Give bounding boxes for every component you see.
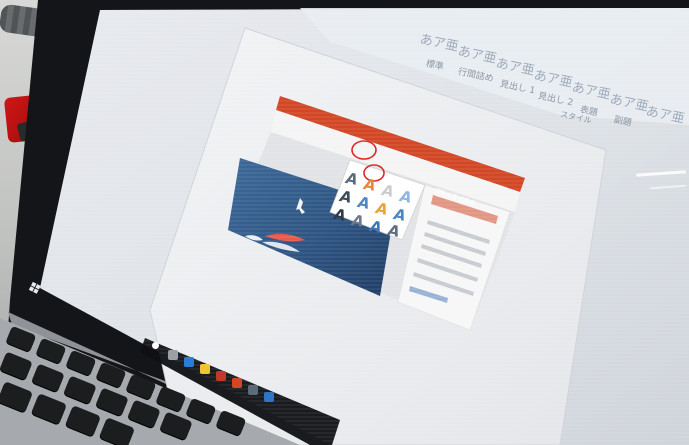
- wordart-option[interactable]: A: [349, 211, 367, 230]
- wordart-option[interactable]: A: [373, 199, 391, 218]
- wordart-option[interactable]: A: [331, 205, 349, 224]
- photo-scene: A A A A A A A A A A A A あア亜 あア亜 あア亜 あア亜 …: [0, 0, 689, 445]
- wordart-option[interactable]: A: [397, 187, 415, 206]
- keyboard-key[interactable]: [95, 361, 127, 389]
- keyboard-key[interactable]: [95, 387, 129, 417]
- keyboard: [0, 300, 330, 445]
- keyboard-key[interactable]: [155, 385, 187, 413]
- keyboard-key[interactable]: [63, 375, 97, 405]
- keyboard-key[interactable]: [125, 373, 157, 401]
- keyboard-key[interactable]: [65, 349, 97, 377]
- wordart-option[interactable]: A: [379, 181, 397, 200]
- keyboard-key[interactable]: [159, 411, 193, 441]
- wordart-option[interactable]: A: [343, 169, 361, 188]
- keyboard-key[interactable]: [5, 325, 37, 353]
- keyboard-key[interactable]: [64, 405, 102, 437]
- keyboard-key[interactable]: [0, 351, 33, 381]
- wordart-option[interactable]: A: [385, 221, 403, 240]
- keyboard-key[interactable]: [215, 409, 247, 437]
- wordart-option[interactable]: A: [337, 187, 355, 206]
- keyboard-key[interactable]: [35, 337, 67, 365]
- wordart-option[interactable]: A: [367, 217, 385, 236]
- keyboard-key[interactable]: [98, 417, 136, 445]
- wordart-option[interactable]: A: [361, 175, 379, 194]
- keyboard-key[interactable]: [0, 381, 34, 413]
- wordart-option[interactable]: A: [355, 193, 373, 212]
- keyboard-key[interactable]: [30, 393, 68, 425]
- keyboard-key[interactable]: [31, 363, 65, 393]
- keyboard-key[interactable]: [127, 399, 161, 429]
